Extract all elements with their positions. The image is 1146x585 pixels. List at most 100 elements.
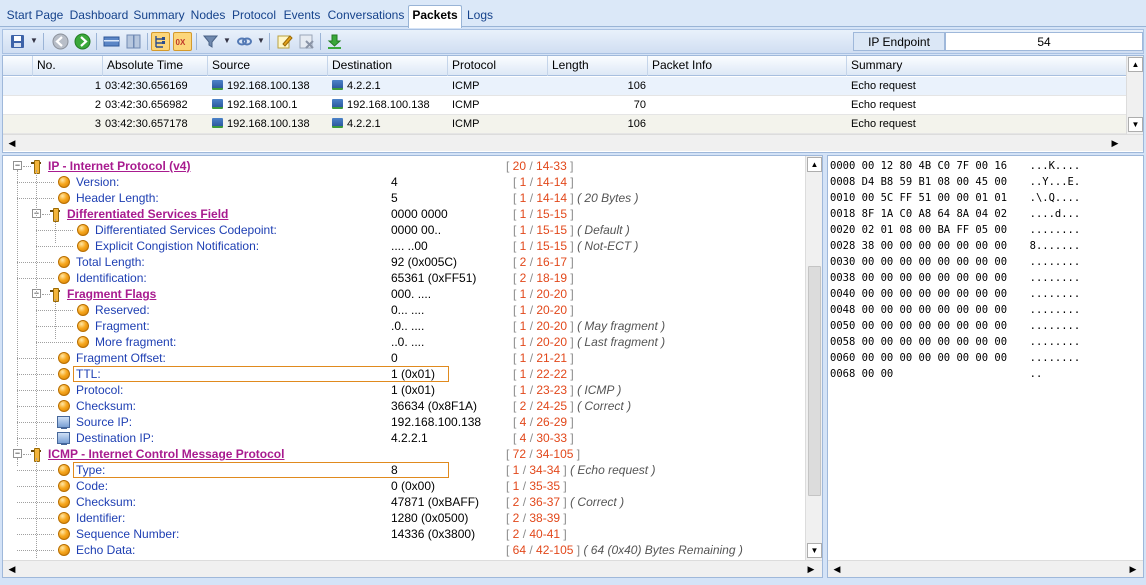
hex-line[interactable]: 0018 8F 1A C0 A8 64 8A 04 02 ....d... [830,206,1080,222]
hex-line[interactable]: 0058 00 00 00 00 00 00 00 00........ [830,334,1080,350]
tab-dashboard[interactable]: Dashboard [68,7,130,27]
decode-row[interactable]: Reserved: 0... .... [ 1 / 20-20 ] [3,302,803,318]
hex-line[interactable]: 0050 00 00 00 00 00 00 00 00........ [830,318,1080,334]
scroll-down-icon[interactable]: ▼ [1128,117,1143,132]
field-bulb-icon [58,368,70,380]
decode-row[interactable]: Fragment: .0.. .... [ 1 / 20-20 ] ( May fr… [3,318,803,334]
edit-icon[interactable] [275,32,294,51]
scroll-right-icon[interactable]: ▶ [1125,562,1141,577]
tab-nodes[interactable]: Nodes [188,7,228,27]
decode-field-value: 0000 0000 [391,207,448,221]
decode-row[interactable]: Identifier: 1280 (0x0500) [ 2 / 38-39 ] [3,510,803,526]
scroll-left-icon[interactable]: ◀ [829,562,845,577]
hex-line[interactable]: 0068 00 00.. [830,366,1042,382]
decode-row[interactable]: Checksum: 36634 (0x8F1A) [ 2 / 24-25 ] ( C… [3,398,803,414]
link-icon[interactable] [235,32,254,51]
decode-row[interactable]: − ICMP - Internet Control Message Protoco… [3,446,803,462]
columns-icon[interactable] [124,32,143,51]
decode-view-icon[interactable] [151,32,170,51]
decode-row[interactable]: − Fragment Flags 000. ....[ 1 / 20-20 ] [3,286,803,302]
hex-line[interactable]: 0060 00 00 00 00 00 00 00 00........ [830,350,1080,366]
column-header-protocol[interactable]: Protocol [448,56,548,76]
hex-line[interactable]: 0048 00 00 00 00 00 00 00 00........ [830,302,1080,318]
hex-line[interactable]: 0008 D4 B8 59 B1 08 00 45 00 ..Y...E. [830,174,1080,190]
save-icon[interactable] [8,32,27,51]
scroll-right-icon[interactable]: ▶ [803,562,819,577]
packet-list-hscrollbar[interactable]: ◀ ▶ [3,134,1143,151]
decode-row[interactable]: More fragment: ..0. .... [ 1 / 20-20 ] ( L… [3,334,803,350]
scroll-down-icon[interactable]: ▼ [807,543,822,558]
decode-row[interactable]: Header Length: 5 [ 1 / 14-14 ] ( 20 Bytes … [3,190,803,206]
decode-row[interactable]: Sequence Number: 14336 (0x3800) [ 2 / 40-4… [3,526,803,542]
hex-line[interactable]: 0010 00 5C FF 51 00 00 01 01 .\.Q.... [830,190,1080,206]
decode-row[interactable]: Explicit Congistion Notification: .... ..… [3,238,803,254]
decode-row[interactable]: Checksum: 47871 (0xBAFF) [ 2 / 36-37 ] ( C… [3,494,803,510]
decode-hscrollbar[interactable]: ◀ ▶ [3,560,822,577]
decode-row[interactable]: Fragment Offset: 0 [ 1 / 21-21 ] [3,350,803,366]
column-header-destination[interactable]: Destination [328,56,448,76]
filter-icon[interactable] [201,32,220,51]
tab-summary[interactable]: Summary [132,7,186,27]
column-header-source[interactable]: Source [208,56,328,76]
decode-row[interactable]: Echo Data: [ 64 / 42-105 ] ( 64 (0x40) By… [3,542,803,558]
column-header-packet-info[interactable]: Packet Info [648,56,847,76]
panel-layout-icon[interactable] [102,32,121,51]
scroll-up-icon[interactable]: ▲ [1128,57,1143,72]
download-icon[interactable] [325,32,344,51]
hex-view-icon[interactable]: 0X [173,32,192,51]
decode-row[interactable]: Type: 8[ 1 / 34-34 ] ( Echo request ) [3,462,803,478]
save-dropdown-icon[interactable]: ▼ [30,36,38,45]
column-header-length[interactable]: Length [548,56,648,76]
decode-row[interactable]: − Differentiated Services Field 0000 0000[… [3,206,803,222]
hex-line[interactable]: 0020 02 01 08 00 BA FF 05 00........ [830,222,1080,238]
decode-vscrollbar[interactable]: ▲ ▼ [805,156,822,560]
table-row[interactable]: 1 03:42:30.656169 192.168.100.138 4.2.2.… [3,77,1127,96]
forward-icon[interactable] [73,32,92,51]
column-header-absolute-time[interactable]: Absolute Time [103,56,208,76]
byte-offset: 34-105 [536,447,574,461]
tab-packets[interactable]: Packets [408,5,462,28]
scroll-left-icon[interactable]: ◀ [4,562,20,577]
hex-line[interactable]: 0040 00 00 00 00 00 00 00 00........ [830,286,1080,302]
clear-icon[interactable] [297,32,316,51]
scroll-left-icon[interactable]: ◀ [4,136,20,151]
link-dropdown-icon[interactable]: ▼ [257,36,265,45]
hex-bytes: 38 00 00 00 00 00 00 00 [861,240,1008,252]
collapse-toggle-icon[interactable]: − [13,161,22,170]
scroll-right-icon[interactable]: ▶ [1107,136,1123,151]
filter-dropdown-icon[interactable]: ▼ [223,36,231,45]
column-header-summary[interactable]: Summary [847,56,1127,76]
table-row[interactable]: 3 03:42:30.657178 192.168.100.138 4.2.2.… [3,115,1127,134]
decode-row[interactable]: − IP - Internet Protocol (v4) [ 20 / 14-33… [3,158,803,174]
hex-line[interactable]: 0030 00 00 00 00 00 00 00 00........ [830,254,1080,270]
decode-row[interactable]: Differentiated Services Codepoint: 0000 0… [3,222,803,238]
tab-start-page[interactable]: Start Page [4,7,66,27]
tab-protocol[interactable]: Protocol [230,7,278,27]
hex-line[interactable]: 0000 00 12 80 4B C0 7F 00 16 ...K.... [830,158,1080,174]
tab-logs[interactable]: Logs [464,7,496,27]
decode-row[interactable]: Destination IP: 4.2.2.1 [ 4 / 30-33 ] [3,430,803,446]
tab-conversations[interactable]: Conversations [326,7,406,27]
byte-count: 2 [519,255,527,269]
decode-row[interactable]: Identification: 65361 (0xFF51) [ 2 / 18-19… [3,270,803,286]
decode-row[interactable]: Version: 4 [ 1 / 14-14 ] [3,174,803,190]
scroll-thumb[interactable] [808,266,821,496]
back-icon[interactable] [51,32,70,51]
decode-row[interactable]: Source IP: 192.168.100.138 [ 4 / 26-29 ] [3,414,803,430]
packet-destination-text: 4.2.2.1 [347,80,381,92]
collapse-toggle-icon[interactable]: − [13,449,22,458]
decode-row[interactable]: Protocol: 1 (0x01) [ 1 / 23-23 ] ( ICMP ) [3,382,803,398]
hex-hscrollbar[interactable]: ◀ ▶ [828,560,1143,577]
scroll-up-icon[interactable]: ▲ [807,157,822,172]
decode-byte-range: [ 72 / 34-105 ] [506,447,581,461]
table-row[interactable]: 2 03:42:30.656982 192.168.100.1 192.168.… [3,96,1127,115]
decode-row[interactable]: Code: 0 (0x00) [ 1 / 35-35 ] [3,478,803,494]
decode-row[interactable]: Total Length: 92 (0x005C) [ 2 / 16-17 ] [3,254,803,270]
hex-line[interactable]: 0038 00 00 00 00 00 00 00 00........ [830,270,1080,286]
column-header-no[interactable]: No. [33,56,103,76]
decode-row[interactable]: TTL: 1 (0x01)[ 1 / 22-22 ] [3,366,803,382]
tab-events[interactable]: Events [280,7,324,27]
hex-line[interactable]: 0028 38 00 00 00 00 00 00 00 8....... [830,238,1080,254]
packet-list-vscrollbar[interactable]: ▲ ▼ [1126,56,1143,134]
ip-endpoint-value[interactable]: 54 [945,32,1143,51]
